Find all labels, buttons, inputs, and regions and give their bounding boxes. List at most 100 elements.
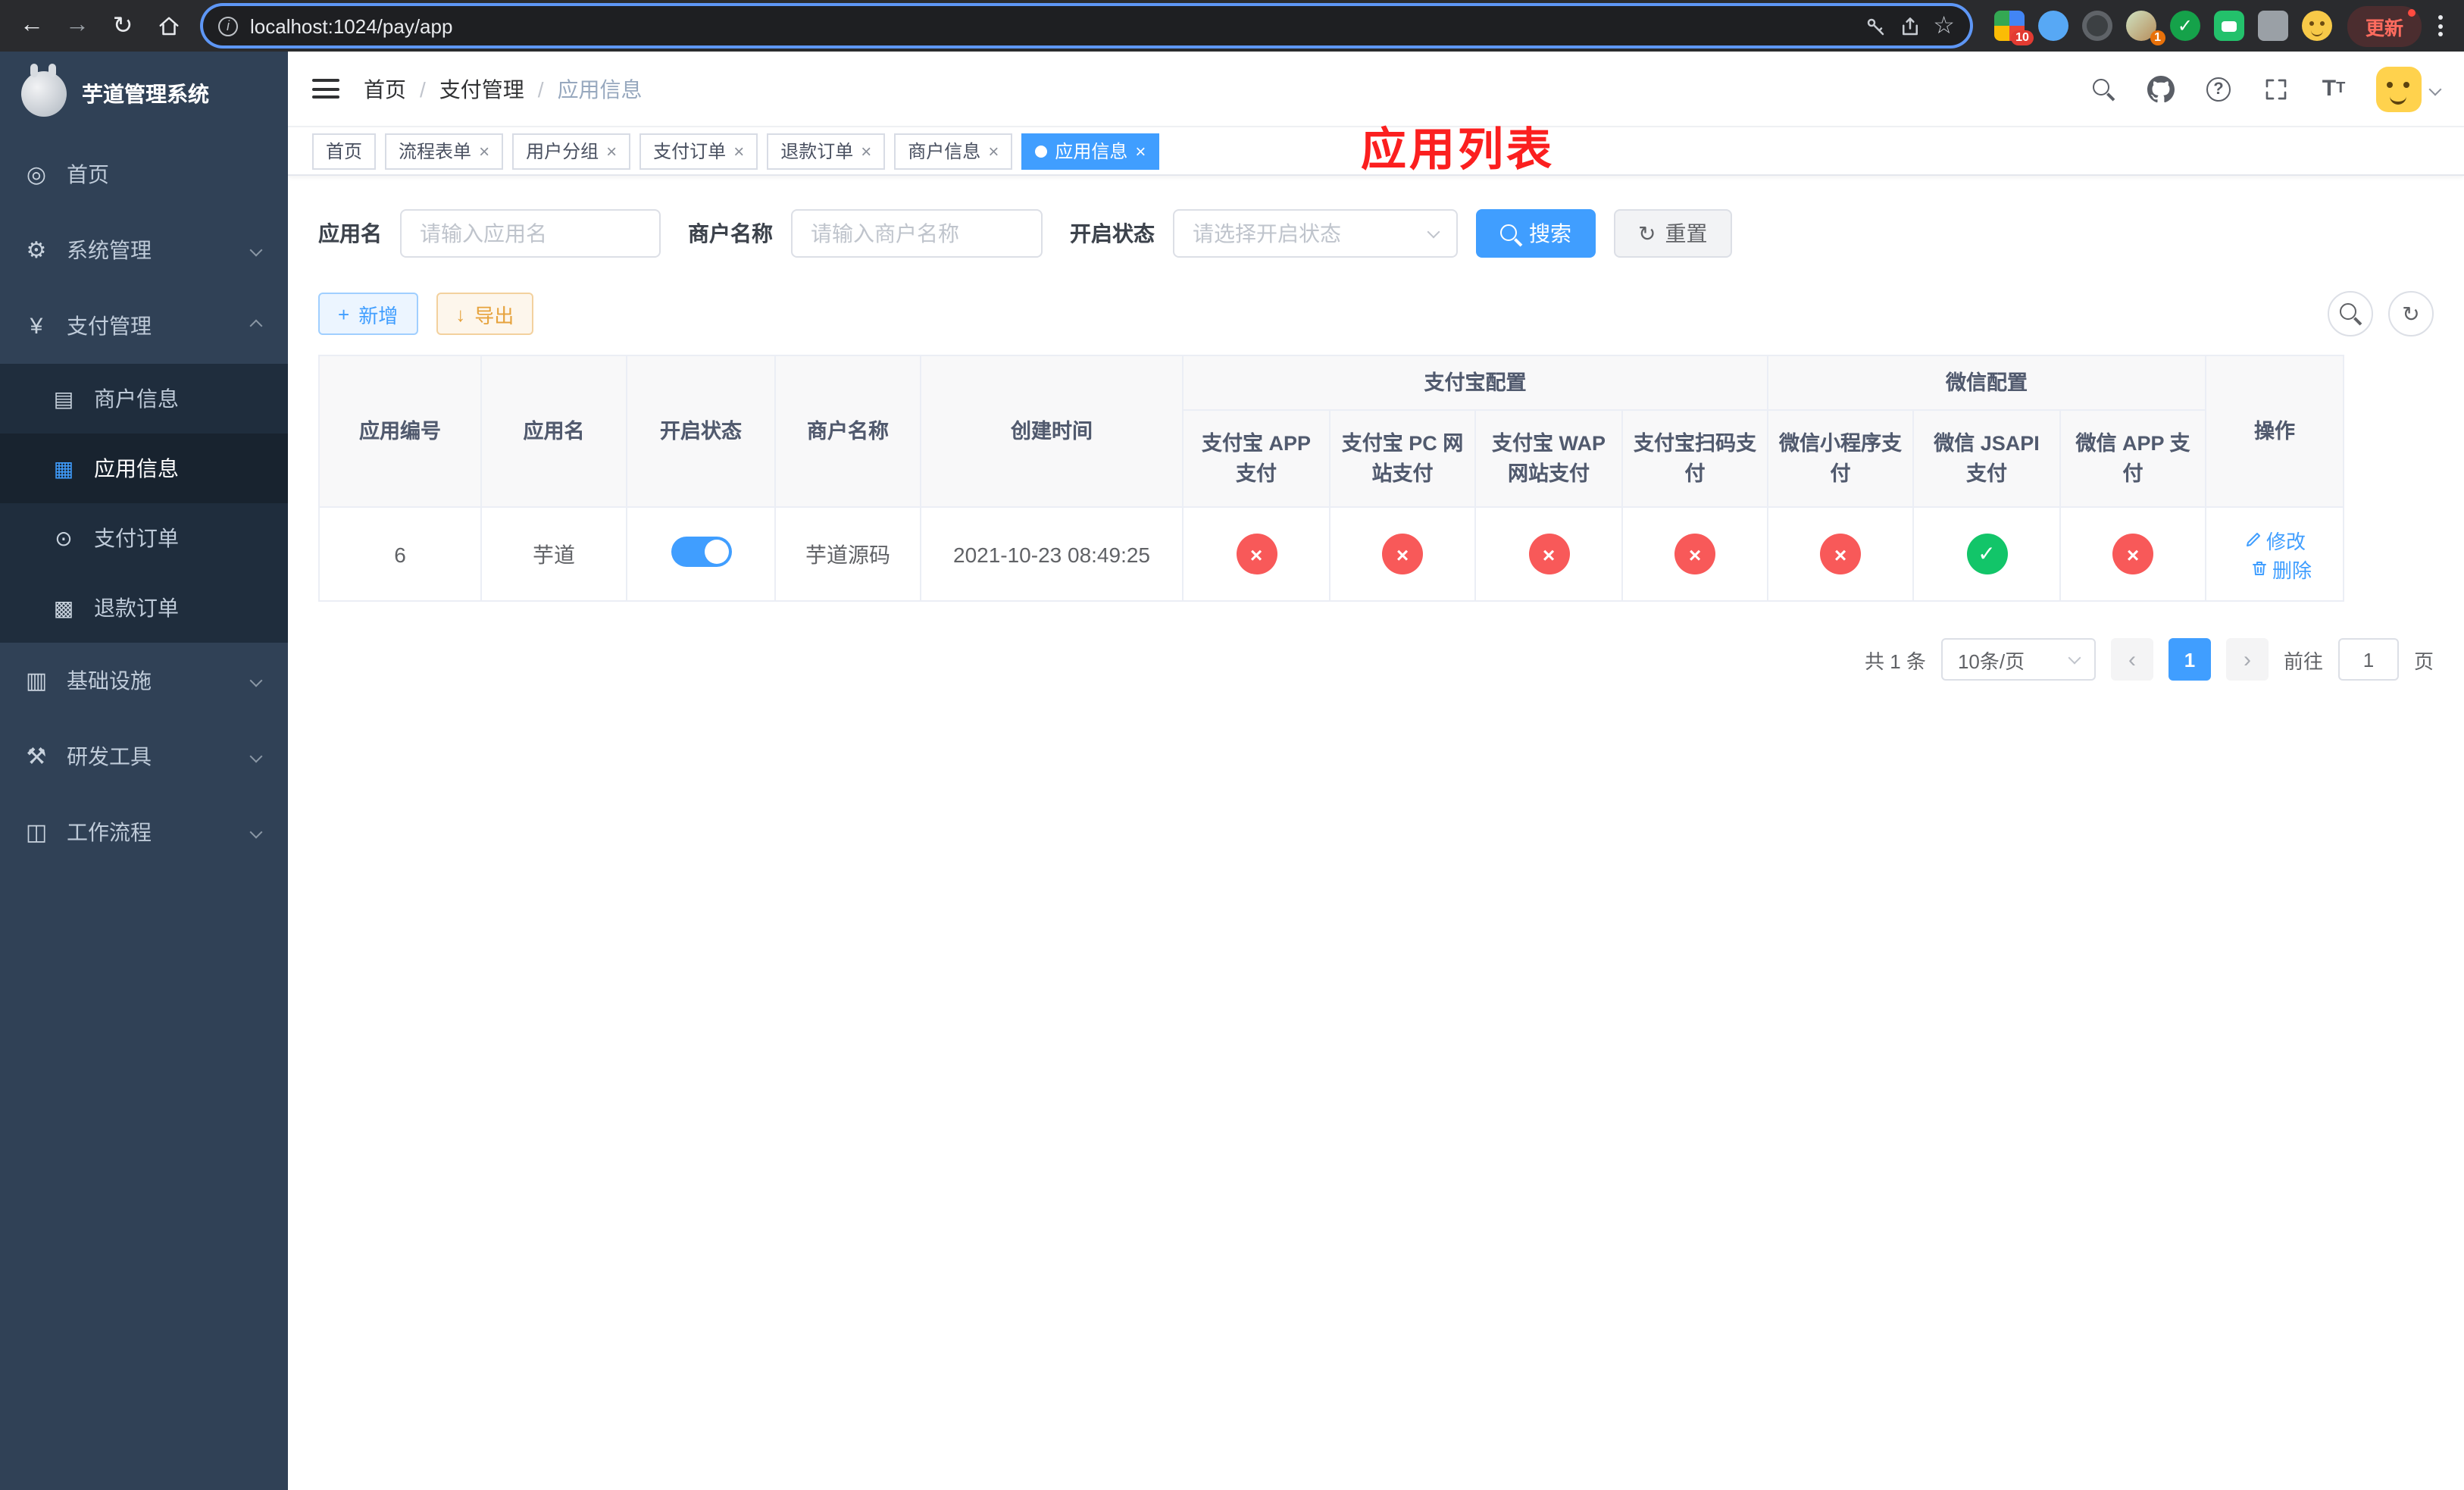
dashboard-icon: ◎ <box>26 162 47 188</box>
github-icon[interactable] <box>2146 74 2176 104</box>
bookmark-star-icon[interactable]: ☆ <box>1933 11 1955 41</box>
close-icon[interactable]: × <box>479 142 489 160</box>
breadcrumb-home[interactable]: 首页 <box>364 74 406 104</box>
chevron-down-icon <box>2428 82 2442 95</box>
delete-link[interactable]: 删除 <box>2250 554 2312 583</box>
goto-page-input[interactable] <box>2337 638 2399 681</box>
chrome-update-button[interactable]: 更新 <box>2347 5 2422 46</box>
back-icon[interactable]: ← <box>12 6 52 45</box>
font-size-icon[interactable]: TT <box>2319 74 2349 104</box>
url-text[interactable]: localhost:1024/pay/app <box>250 14 1851 37</box>
cell-app-name: 芋道 <box>480 506 627 602</box>
share-icon[interactable] <box>1898 14 1921 37</box>
close-icon[interactable]: × <box>861 142 871 160</box>
reload-icon[interactable]: ↻ <box>103 6 142 45</box>
home-icon[interactable] <box>149 6 188 45</box>
page-number-button[interactable]: 1 <box>2168 638 2211 681</box>
close-icon[interactable]: × <box>733 142 744 160</box>
sidebar-item-infra[interactable]: ▥ 基础设施 <box>0 643 288 718</box>
next-page-button[interactable]: › <box>2225 638 2269 681</box>
col-header-alipay-pc: 支付宝 PC 网站支付 <box>1329 409 1476 508</box>
tag-refund-order[interactable]: 退款订单 × <box>767 133 886 169</box>
address-bar[interactable]: i localhost:1024/pay/app ☆ <box>203 6 1970 45</box>
refresh-icon: ↻ <box>2402 301 2420 325</box>
app-name-input[interactable] <box>400 209 661 258</box>
sidebar-item-home[interactable]: ◎ 首页 <box>0 136 288 212</box>
avatar <box>2376 66 2422 111</box>
fullscreen-icon[interactable] <box>2261 74 2291 104</box>
sidebar-item-pay-order[interactable]: ⊙ 支付订单 <box>0 503 288 573</box>
password-key-icon[interactable] <box>1863 14 1886 37</box>
refund-icon: ▩ <box>53 595 74 619</box>
sidebar-item-payment[interactable]: ¥ 支付管理 <box>0 288 288 364</box>
edit-link[interactable]: 修改 <box>2244 525 2306 554</box>
sidebar-item-workflow[interactable]: ◫ 工作流程 <box>0 794 288 870</box>
profile-emoji-icon[interactable] <box>2301 11 2332 41</box>
status-label: 开启状态 <box>1070 221 1155 246</box>
trash-icon <box>2252 562 2265 575</box>
tag-pay-order[interactable]: 支付订单 × <box>639 133 758 169</box>
extension-blue-icon[interactable] <box>2037 11 2068 41</box>
help-icon[interactable]: ? <box>2203 74 2234 104</box>
sidebar-item-label: 基础设施 <box>67 668 152 693</box>
server-icon: ▥ <box>25 668 48 694</box>
payment-submenu: ▤ 商户信息 ▦ 应用信息 ⊙ 支付订单 ▩ 退款订单 <box>0 364 288 643</box>
extension-avatar-icon[interactable]: 1 <box>2125 11 2165 45</box>
merchant-name-label: 商户名称 <box>688 221 773 246</box>
sidebar-item-system[interactable]: ⚙ 系统管理 <box>0 212 288 288</box>
toggle-search-button[interactable] <box>2328 291 2373 337</box>
col-header-alipay-app: 支付宝 APP 支付 <box>1182 409 1330 508</box>
status-select[interactable]: 请选择开启状态 <box>1173 209 1458 258</box>
tag-process-form[interactable]: 流程表单 × <box>385 133 504 169</box>
sidebar-item-dev-tools[interactable]: ⚒ 研发工具 <box>0 718 288 794</box>
search-button[interactable]: 搜索 <box>1476 209 1596 258</box>
breadcrumb-section[interactable]: 支付管理 <box>439 74 524 104</box>
tag-app-info[interactable]: 应用信息 × <box>1021 133 1160 169</box>
table-tools: ↻ <box>2328 291 2434 337</box>
extension-chat-icon[interactable] <box>2213 11 2244 41</box>
close-icon[interactable]: × <box>1135 142 1146 160</box>
add-button[interactable]: + 新增 <box>318 293 418 335</box>
page-size-select[interactable]: 10条/页 <box>1940 638 2096 681</box>
sidebar-item-merchant-info[interactable]: ▤ 商户信息 <box>0 364 288 434</box>
sidebar-toggle-icon[interactable] <box>312 79 339 99</box>
page-size-value: 10条/页 <box>1957 650 2025 672</box>
app-logo[interactable]: 芋道管理系统 <box>0 52 288 136</box>
gear-icon: ⚙ <box>26 238 47 264</box>
user-menu[interactable] <box>2376 66 2442 111</box>
merchant-name-input[interactable] <box>791 209 1043 258</box>
close-icon[interactable]: × <box>606 142 617 160</box>
breadcrumb-current: 应用信息 <box>557 77 643 101</box>
yen-icon: ¥ <box>30 313 43 339</box>
pagination-total: 共 1 条 <box>1865 650 1926 672</box>
browser-menu-icon[interactable] <box>2428 15 2452 36</box>
sidebar-item-refund-order[interactable]: ▩ 退款订单 <box>0 573 288 643</box>
extension-grid-icon[interactable]: 10 <box>1993 11 2034 45</box>
forward-icon[interactable]: → <box>58 6 97 45</box>
export-button[interactable]: ↓ 导出 <box>436 293 534 335</box>
extensions-puzzle-icon[interactable] <box>2257 11 2288 41</box>
extension-dark-icon[interactable] <box>2081 11 2112 41</box>
refresh-button[interactable]: ↻ <box>2388 291 2434 337</box>
sidebar-item-app-info[interactable]: ▦ 应用信息 <box>0 434 288 503</box>
grid-icon: ▦ <box>53 455 74 480</box>
search-icon[interactable] <box>2088 74 2118 104</box>
close-icon[interactable]: × <box>988 142 999 160</box>
browser-chrome: ← → ↻ i localhost:1024/pay/app ☆ 10 1 ✓ <box>0 0 2464 52</box>
delete-link-label: 删除 <box>2272 559 2312 581</box>
reset-button[interactable]: ↻ 重置 <box>1614 209 1732 258</box>
prev-page-button[interactable]: ‹ <box>2110 638 2153 681</box>
tag-merchant-info[interactable]: 商户信息 × <box>894 133 1013 169</box>
extension-check-icon[interactable]: ✓ <box>2169 11 2200 41</box>
breadcrumb-separator: / <box>420 77 426 101</box>
col-header-app-name: 应用名 <box>480 355 627 508</box>
col-header-wechat-mini: 微信小程序支付 <box>1767 409 1914 508</box>
goto-unit: 页 <box>2413 650 2434 672</box>
site-info-icon[interactable]: i <box>218 16 238 36</box>
col-header-wechat-jsapi: 微信 JSAPI 支付 <box>1912 409 2061 508</box>
page-title-annotation: 应用列表 <box>1361 126 1555 176</box>
sidebar-item-label: 系统管理 <box>67 238 152 262</box>
tag-home[interactable]: 首页 <box>312 133 377 169</box>
tag-user-group[interactable]: 用户分组 × <box>512 133 631 169</box>
status-toggle[interactable] <box>671 537 731 567</box>
